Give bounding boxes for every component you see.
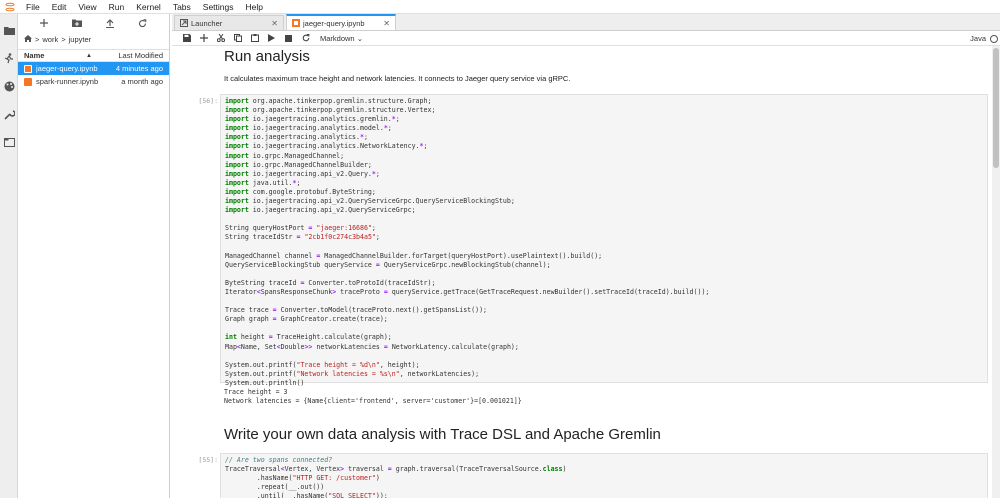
menu-edit[interactable]: Edit xyxy=(46,0,73,14)
run-icon[interactable] xyxy=(263,31,280,45)
new-folder-icon[interactable] xyxy=(68,16,86,30)
menu-settings[interactable]: Settings xyxy=(197,0,240,14)
heading-write-your-own: Write your own data analysis with Trace … xyxy=(224,426,661,443)
paragraph-description: It calculates maximum trace height and n… xyxy=(224,74,571,83)
code-content[interactable]: import org.apache.tinkerpop.gremlin.stru… xyxy=(225,97,983,388)
file-name: jaeger-query.ipynb xyxy=(36,64,98,73)
column-modified-header[interactable]: Last Modified xyxy=(118,51,169,60)
file-browser: > work > jupyter Name ▲ Last Modified ja… xyxy=(18,14,170,498)
tab-launcher[interactable]: Launcher ✕ xyxy=(174,15,284,30)
code-cell[interactable]: import org.apache.tinkerpop.gremlin.stru… xyxy=(220,94,988,387)
notebook-file-icon xyxy=(24,64,32,73)
home-icon[interactable] xyxy=(24,34,32,44)
menu-file[interactable]: File xyxy=(20,0,46,14)
menu-help[interactable]: Help xyxy=(240,0,269,14)
breadcrumb-separator: > xyxy=(61,34,66,44)
breadcrumb-jupyter[interactable]: jupyter xyxy=(69,35,92,44)
cell-prompt: [56]: xyxy=(198,97,218,105)
plus-icon[interactable] xyxy=(35,16,53,30)
wrench-icon[interactable] xyxy=(3,108,15,120)
notebook-content: Run analysis It calculates maximum trace… xyxy=(172,46,1000,498)
cut-icon[interactable] xyxy=(212,31,229,45)
sort-ascending-icon: ▲ xyxy=(86,53,92,59)
file-modified: 4 minutes ago xyxy=(115,64,163,73)
cell-type-value: Markdown xyxy=(320,33,355,43)
scrollbar[interactable] xyxy=(992,46,1000,498)
save-icon[interactable] xyxy=(178,31,195,45)
stop-icon[interactable] xyxy=(280,31,297,45)
paste-icon[interactable] xyxy=(246,31,263,45)
folder-icon[interactable] xyxy=(3,24,15,36)
code-content[interactable]: // Are two spans connected? TraceTravers… xyxy=(225,456,983,498)
close-icon[interactable]: ✕ xyxy=(271,19,278,28)
activity-bar xyxy=(0,14,18,498)
menu-view[interactable]: View xyxy=(72,0,102,14)
file-name: spark-runner.ipynb xyxy=(36,77,99,86)
close-icon[interactable]: ✕ xyxy=(383,19,390,28)
code-cell[interactable]: // Are two spans connected? TraceTravers… xyxy=(220,453,988,498)
breadcrumb: > work > jupyter xyxy=(18,32,169,46)
main-area: Launcher ✕ jaeger-query.ipynb ✕ Markdown… xyxy=(172,14,1000,498)
tab-jaeger-query[interactable]: jaeger-query.ipynb ✕ xyxy=(286,14,396,30)
copy-icon[interactable] xyxy=(229,31,246,45)
cell-type-select[interactable]: Markdown ⌄ xyxy=(320,34,363,43)
menu-run[interactable]: Run xyxy=(103,0,131,14)
column-name-header[interactable]: Name xyxy=(18,51,118,60)
notebook-file-icon xyxy=(24,77,32,86)
scrollbar-thumb[interactable] xyxy=(993,48,999,168)
upload-icon[interactable] xyxy=(101,16,119,30)
kernel-name[interactable]: Java xyxy=(970,31,986,46)
jupyter-logo-icon xyxy=(0,0,20,14)
tabs-icon[interactable] xyxy=(3,136,15,148)
menu-kernel[interactable]: Kernel xyxy=(130,0,167,14)
file-item-spark-runner[interactable]: spark-runner.ipynb a month ago xyxy=(18,75,169,88)
add-cell-icon[interactable] xyxy=(195,31,212,45)
menu-tabs[interactable]: Tabs xyxy=(167,0,197,14)
running-icon[interactable] xyxy=(3,52,15,64)
file-modified: a month ago xyxy=(121,77,163,86)
restart-icon[interactable] xyxy=(297,31,314,45)
notebook-toolbar: Markdown ⌄ Java xyxy=(172,31,1000,46)
launcher-icon xyxy=(180,19,188,27)
chevron-down-icon: ⌄ xyxy=(356,33,363,43)
heading-run-analysis: Run analysis xyxy=(224,48,310,65)
cell-prompt: [55]: xyxy=(198,456,218,464)
file-item-jaeger-query[interactable]: jaeger-query.ipynb 4 minutes ago xyxy=(18,62,169,75)
breadcrumb-separator: > xyxy=(35,34,40,44)
notebook-icon xyxy=(292,19,300,27)
tab-label: jaeger-query.ipynb xyxy=(303,18,365,28)
kernel-status-icon xyxy=(990,35,998,43)
cell-output: Trace height = 3 Network latencies = {Na… xyxy=(224,388,522,406)
file-browser-toolbar xyxy=(18,14,169,32)
file-list-header: Name ▲ Last Modified xyxy=(18,49,169,62)
palette-icon[interactable] xyxy=(3,80,15,92)
tab-bar: Launcher ✕ jaeger-query.ipynb ✕ xyxy=(172,14,1000,31)
breadcrumb-work[interactable]: work xyxy=(42,35,58,44)
menu-bar: File Edit View Run Kernel Tabs Settings … xyxy=(0,0,1000,14)
refresh-icon[interactable] xyxy=(134,16,152,30)
tab-label: Launcher xyxy=(191,18,223,28)
